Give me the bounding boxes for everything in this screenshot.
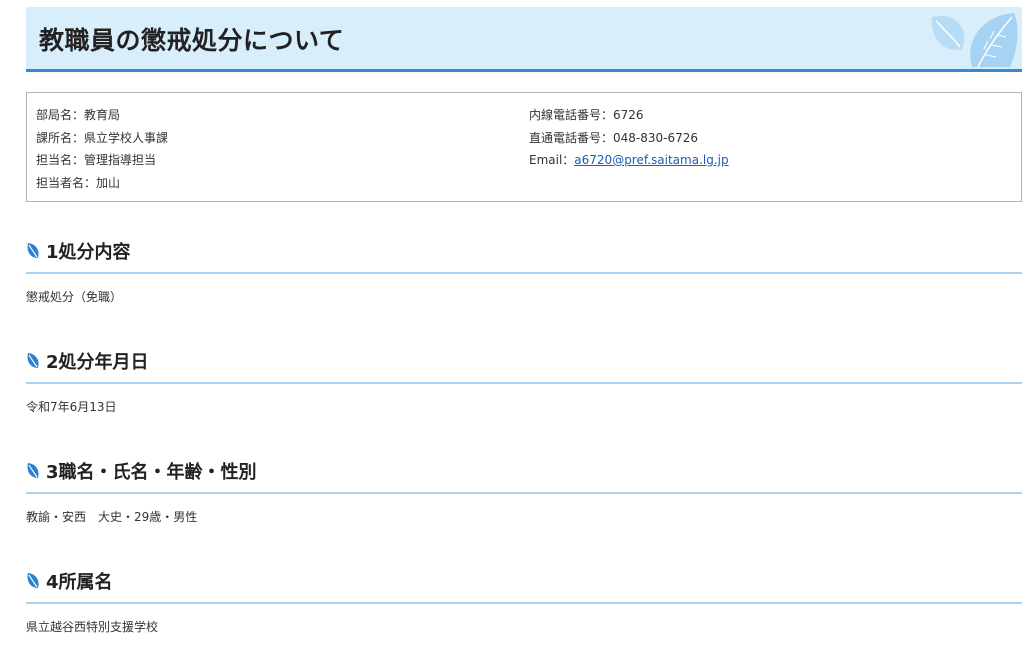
section-heading: 4所属名 [26, 562, 1022, 604]
leaf-icon [27, 243, 39, 258]
title-banner: 教職員の懲戒処分について [26, 7, 1022, 72]
section-affiliation: 4所属名 県立越谷西特別支援学校 [26, 562, 1022, 635]
section-title: 1処分内容 [46, 242, 131, 263]
section-heading: 1処分内容 [26, 232, 1022, 274]
contact-info-box: 部局名：教育局 課所名：県立学校人事課 担当名：管理指導担当 担当者名：加山 内… [26, 92, 1022, 202]
department-name: 部局名：教育局 [36, 108, 121, 122]
contact-info-right: 内線電話番号：6726 直通電話番号：048-830-6726 Email：a6… [529, 104, 729, 172]
section-title: 4所属名 [46, 572, 113, 593]
page-content: 教職員の懲戒処分について 部局名：教育局 課所名：県立学校人事課 担当名：管理指… [26, 7, 1022, 634]
section-title: 2処分年月日 [46, 352, 149, 373]
email-link[interactable]: a6720@pref.saitama.lg.jp [574, 153, 728, 167]
direct-phone-number: 直通電話番号：048-830-6726 [529, 130, 699, 145]
person-in-charge: 担当者名：加山 [36, 175, 121, 190]
section-text: 教諭・安西 大史・29歳・男性 [26, 510, 198, 524]
page-title: 教職員の懲戒処分について [39, 26, 345, 55]
leaf-icon [27, 573, 39, 588]
section-name: 担当名：管理指導担当 [36, 153, 157, 167]
email-line: Email：a6720@pref.saitama.lg.jp [529, 149, 729, 172]
leaf-icon [27, 463, 39, 478]
section-disposition-date: 2処分年月日 令和7年6月13日 [26, 342, 1022, 415]
section-person-details: 3職名・氏名・年齢・性別 教諭・安西 大史・29歳・男性 [26, 452, 1022, 525]
section-heading: 2処分年月日 [26, 342, 1022, 384]
section-title: 3職名・氏名・年齢・性別 [46, 462, 257, 483]
section-heading: 3職名・氏名・年齢・性別 [26, 452, 1022, 494]
email-label: Email： [529, 153, 575, 167]
extension-number: 内線電話番号：6726 [529, 108, 644, 122]
contact-info-left: 部局名：教育局 課所名：県立学校人事課 担当名：管理指導担当 担当者名：加山 [36, 104, 168, 194]
leaf-decoration-icon [931, 13, 1018, 68]
section-text: 令和7年6月13日 [26, 400, 117, 414]
section-text: 懲戒処分（免職） [26, 290, 123, 304]
section-disposition-content: 1処分内容 懲戒処分（免職） [26, 232, 1022, 305]
section-text: 県立越谷西特別支援学校 [26, 620, 159, 634]
division-name: 課所名：県立学校人事課 [36, 130, 169, 145]
leaf-icon [27, 353, 39, 368]
